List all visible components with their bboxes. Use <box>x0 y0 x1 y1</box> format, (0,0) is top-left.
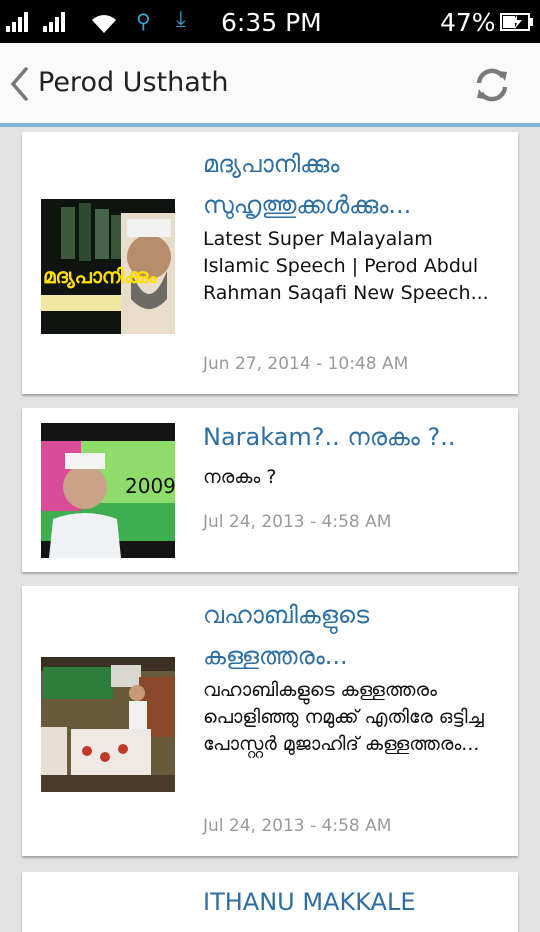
usb-icon: ⚲ <box>136 9 151 33</box>
video-list-item[interactable]: ITHANU MAKKALE <box>22 872 518 932</box>
video-date: Jul 24, 2013 - 4:58 AM <box>203 512 392 532</box>
video-title[interactable]: വഹാബികളുടെ കള്ളത്തരം... <box>203 595 500 677</box>
thumbnail-caption: 2009 <box>125 474 175 498</box>
chevron-left-icon[interactable] <box>6 65 36 103</box>
refresh-icon[interactable] <box>470 63 514 107</box>
video-thumbnail: മദ്യപാനിക്കും <box>41 199 175 334</box>
action-bar-divider <box>0 123 540 127</box>
video-description: വഹാബികളുടെ കള്ളത്തരം പൊളിഞ്ഞു നമുക്ക് എത… <box>203 679 484 755</box>
thumbnail-caption: മദ്യപാനിക്കും <box>43 264 157 289</box>
video-description: Latest Super Malayalam Islamic Speech | … <box>203 228 489 304</box>
video-title[interactable]: മദ്യപാനിക്കും സുഹൃത്തുക്കൾക്കും... <box>203 144 500 226</box>
video-list-item[interactable]: മദ്യപാനിക്കും മദ്യപാനിക്കും സുഹൃത്തുക്കൾ… <box>22 132 518 394</box>
video-thumbnail: 2009 <box>41 423 175 558</box>
status-bar: ⚲ ⤓ 6:35 PM 47% <box>0 0 540 43</box>
wifi-icon <box>92 15 116 33</box>
signal-icon <box>43 12 65 32</box>
video-thumbnail <box>41 657 175 792</box>
action-bar: Perod Usthath <box>0 43 540 127</box>
status-time: 6:35 PM <box>221 8 322 37</box>
video-description: നരകം ? <box>203 466 277 488</box>
video-date: Jun 27, 2014 - 10:48 AM <box>203 354 409 374</box>
download-icon: ⤓ <box>176 7 186 32</box>
video-title[interactable]: ITHANU MAKKALE <box>203 882 500 923</box>
battery-percent: 47% <box>440 8 496 37</box>
video-list-item[interactable]: 2009 Narakam?.. നരകം ?.. നരകം ? Jul 24, … <box>22 408 518 572</box>
video-title[interactable]: Narakam?.. നരകം ?.. <box>203 417 500 458</box>
signal-icon <box>6 12 28 32</box>
video-date: Jul 24, 2013 - 4:58 AM <box>203 816 392 836</box>
battery-charging-icon <box>500 13 533 31</box>
page-title: Perod Usthath <box>38 67 229 98</box>
video-list-item[interactable]: വഹാബികളുടെ കള്ളത്തരം... വഹാബികളുടെ കള്ളത… <box>22 586 518 856</box>
